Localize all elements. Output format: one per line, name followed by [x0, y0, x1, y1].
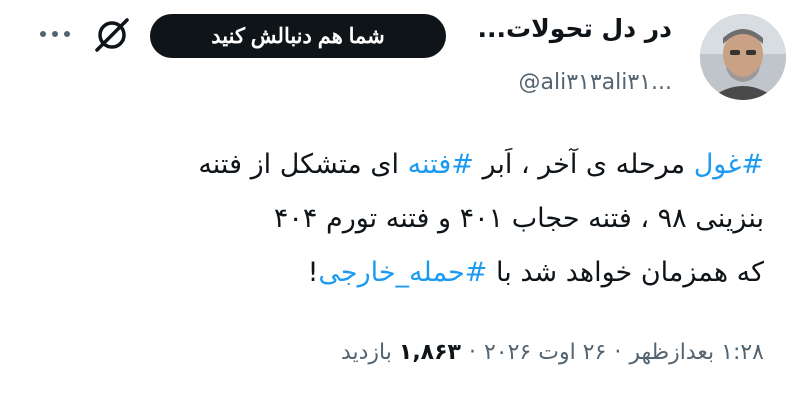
- avatar[interactable]: [700, 14, 786, 100]
- author-handle[interactable]: @ali۳۱۳ali۳۱...: [519, 70, 672, 95]
- views-label: بازدید: [340, 340, 392, 365]
- tweet-text-segment: !: [307, 257, 319, 288]
- tweet-line-3: که همزمان خواهد شد با #حمله_خارجی!: [34, 246, 764, 300]
- more-horizontal-icon[interactable]: [38, 22, 72, 46]
- tweet-text-segment: که همزمان خواهد شد با: [487, 257, 764, 288]
- meta-separator: ·: [468, 340, 476, 365]
- tweet-date[interactable]: ۲۶ اوت ۲۰۲۶: [484, 340, 606, 365]
- avatar-photo: [700, 14, 786, 100]
- views-count: ۱,۸۶۳: [398, 340, 461, 365]
- tweet-text: #غول مرحله ی آخر ، اَبر #فتنه ای متشکل ا…: [34, 138, 764, 300]
- follow-button[interactable]: شما هم دنبالش کنید: [150, 14, 446, 58]
- hashtag-link[interactable]: #غول: [694, 149, 764, 180]
- tweet-meta: ۱:۲۸ بعدازظهر · ۲۶ اوت ۲۰۲۶ · ۱,۸۶۳ بازدید: [341, 340, 764, 365]
- tweet-time[interactable]: ۱:۲۸ بعدازظهر: [629, 340, 764, 365]
- tweet-text-segment: ای متشکل از فتنه: [198, 149, 408, 180]
- author-name[interactable]: در دل تحولات...: [478, 14, 672, 43]
- hashtag-link[interactable]: #حمله_خارجی: [318, 257, 487, 288]
- hashtag-link[interactable]: #فتنه: [408, 149, 474, 180]
- meta-separator: ·: [614, 340, 622, 365]
- tweet-line-2: بنزینی ۹۸ ، فتنه حجاب ۴۰۱ و فتنه تورم ۴۰…: [273, 203, 764, 234]
- tweet-text-segment: مرحله ی آخر ، اَبر: [473, 149, 694, 180]
- grok-slash-icon[interactable]: [93, 16, 131, 54]
- tweet-card: در دل تحولات... @ali۳۱۳ali۳۱... شما هم د…: [0, 0, 800, 404]
- tweet-line-1: #غول مرحله ی آخر ، اَبر #فتنه ای متشکل ا…: [34, 138, 764, 192]
